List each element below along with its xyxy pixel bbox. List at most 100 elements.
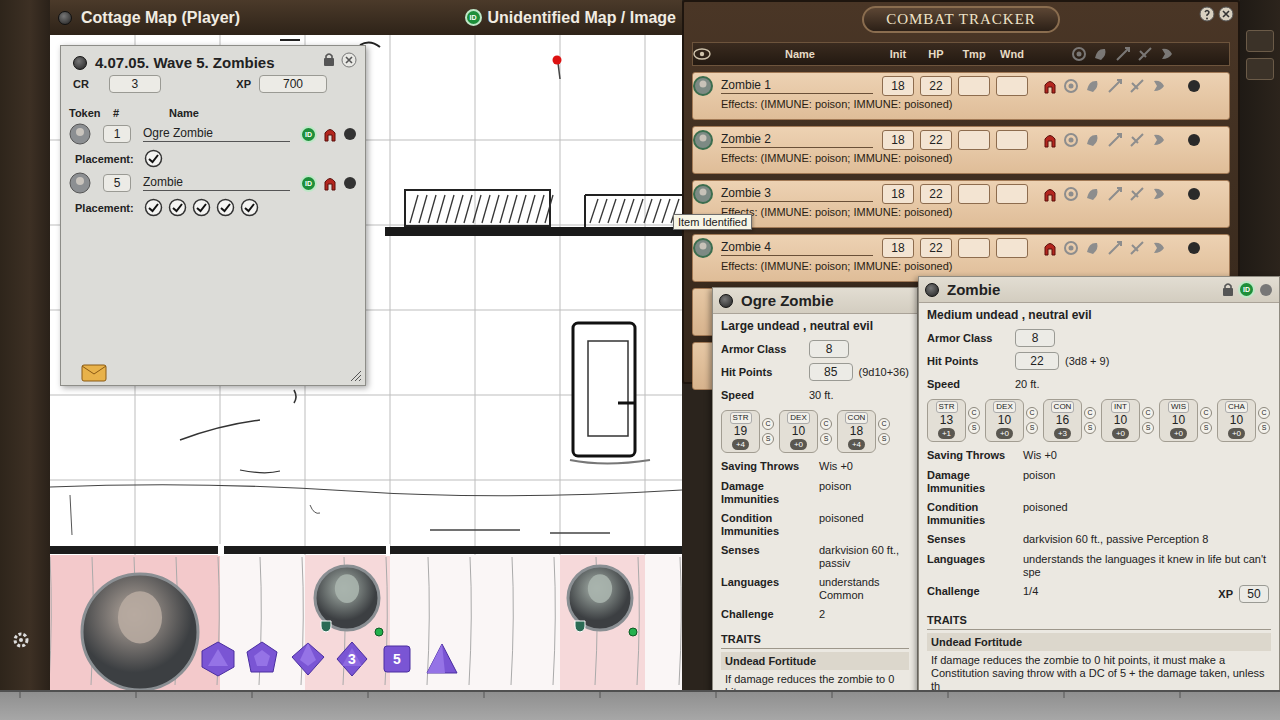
spell-icon[interactable]	[1107, 132, 1123, 148]
combatant-name[interactable]: Zombie 2	[721, 132, 873, 148]
helmet-icon[interactable]	[1043, 186, 1057, 202]
save-button[interactable]: S	[968, 422, 980, 434]
window-menu-button[interactable]	[73, 56, 87, 70]
sword-icon[interactable]	[1129, 240, 1145, 256]
ac-field[interactable]: 8	[1015, 329, 1055, 347]
check-button[interactable]: C	[968, 407, 980, 419]
tracker-row[interactable]: Zombie 21822Effects: (IMMUNE: poison; IM…	[692, 126, 1230, 174]
tmp-field[interactable]	[958, 76, 990, 96]
target-icon[interactable]	[1063, 132, 1079, 148]
resize-icon[interactable]	[350, 370, 362, 382]
shield-icon[interactable]	[1085, 240, 1101, 256]
wing-icon[interactable]	[1151, 132, 1167, 148]
hp-field[interactable]: 85	[809, 363, 853, 381]
save-button[interactable]: S	[1258, 422, 1270, 434]
check-button[interactable]: C	[1084, 407, 1096, 419]
placement-check[interactable]	[144, 198, 163, 217]
check-button[interactable]: C	[1142, 407, 1154, 419]
placement-check[interactable]	[216, 198, 235, 217]
wnd-field[interactable]	[996, 76, 1028, 96]
trait-name[interactable]: Undead Fortitude	[721, 652, 909, 670]
id-badge[interactable]: ID	[465, 9, 482, 26]
token-icon[interactable]	[693, 238, 713, 258]
hp-field[interactable]: 22	[1015, 352, 1059, 370]
hp-field[interactable]: 22	[920, 238, 952, 258]
token-icon[interactable]	[693, 76, 713, 96]
id-badge[interactable]: ID	[300, 126, 317, 143]
delete-icon[interactable]	[1187, 187, 1201, 201]
wnd-field[interactable]	[996, 238, 1028, 258]
window-menu-button[interactable]	[719, 294, 733, 308]
check-button[interactable]: C	[1258, 407, 1270, 419]
check-button[interactable]: C	[1200, 407, 1212, 419]
hp-field[interactable]: 22	[920, 184, 952, 204]
save-button[interactable]: S	[1026, 422, 1038, 434]
hp-field[interactable]: 22	[920, 130, 952, 150]
target-icon[interactable]	[1063, 240, 1079, 256]
encounter-row[interactable]: 5ZombieID	[69, 172, 357, 194]
sword-icon[interactable]	[1129, 186, 1145, 202]
placement-check[interactable]	[192, 198, 211, 217]
save-button[interactable]: S	[1142, 422, 1154, 434]
combatant-name[interactable]: Zombie 1	[721, 78, 873, 94]
sidebar-button[interactable]	[1246, 30, 1274, 52]
check-button[interactable]: C	[820, 418, 832, 430]
check-button[interactable]: C	[1026, 407, 1038, 419]
encounter-row[interactable]: 1 Ogre Zombie ID	[69, 123, 357, 145]
spell-icon[interactable]	[1107, 78, 1123, 94]
die-d12[interactable]	[243, 640, 281, 678]
npc-name[interactable]: Zombie	[143, 175, 290, 191]
tmp-field[interactable]	[958, 130, 990, 150]
helmet-icon[interactable]	[323, 126, 337, 142]
lock-icon[interactable]	[1222, 282, 1234, 297]
wnd-field[interactable]	[996, 130, 1028, 150]
spell-icon[interactable]	[1115, 46, 1131, 62]
ability-box[interactable]: INT10+0	[1101, 399, 1140, 442]
helmet-icon[interactable]	[1043, 78, 1057, 94]
tracker-row[interactable]: Zombie 41822Effects: (IMMUNE: poison; IM…	[692, 234, 1230, 282]
target-icon[interactable]	[1063, 78, 1079, 94]
ability-box[interactable]: DEX10+0	[779, 410, 818, 453]
spell-icon[interactable]	[1107, 186, 1123, 202]
helmet-icon[interactable]	[1043, 132, 1057, 148]
count-field[interactable]: 1	[103, 125, 131, 143]
target-icon[interactable]	[1071, 46, 1087, 62]
combatant-name[interactable]: Zombie 4	[721, 240, 873, 256]
count-field[interactable]: 5	[103, 174, 131, 192]
npc-name[interactable]: Ogre Zombie	[143, 126, 290, 142]
check-button[interactable]: C	[878, 418, 890, 430]
save-button[interactable]: S	[762, 433, 774, 445]
ability-box[interactable]: DEX10+0	[985, 399, 1024, 442]
npc-icon[interactable]	[1259, 282, 1273, 298]
window-menu-button[interactable]	[925, 283, 939, 297]
hp-field[interactable]: 22	[920, 76, 952, 96]
ogre-token[interactable]	[79, 571, 201, 690]
die-d10[interactable]	[289, 640, 327, 678]
helmet-icon[interactable]	[323, 175, 337, 191]
tmp-field[interactable]	[958, 238, 990, 258]
shield-icon[interactable]	[1085, 186, 1101, 202]
ability-box[interactable]: CHA10+0	[1217, 399, 1256, 442]
delete-icon[interactable]	[343, 176, 357, 190]
shield-icon[interactable]	[1085, 132, 1101, 148]
tmp-field[interactable]	[958, 184, 990, 204]
combatant-name[interactable]: Zombie 3	[721, 186, 873, 202]
envelope-icon[interactable]	[81, 364, 107, 382]
die-d4[interactable]	[423, 640, 461, 678]
id-badge[interactable]: ID	[1238, 281, 1255, 298]
delete-icon[interactable]	[1187, 133, 1201, 147]
init-field[interactable]: 18	[882, 238, 914, 258]
save-button[interactable]: S	[878, 433, 890, 445]
shield-icon[interactable]	[1093, 46, 1109, 62]
sword-icon[interactable]	[1129, 78, 1145, 94]
wnd-field[interactable]	[996, 184, 1028, 204]
token-icon[interactable]	[69, 123, 91, 145]
help-icon[interactable]	[1199, 6, 1215, 22]
delete-icon[interactable]	[1187, 241, 1201, 255]
placement-check[interactable]	[168, 198, 187, 217]
spell-icon[interactable]	[1107, 240, 1123, 256]
die-d8[interactable]: 3	[333, 640, 371, 678]
close-icon[interactable]	[1218, 6, 1234, 22]
wing-icon[interactable]	[1151, 78, 1167, 94]
wing-icon[interactable]	[1159, 46, 1175, 62]
